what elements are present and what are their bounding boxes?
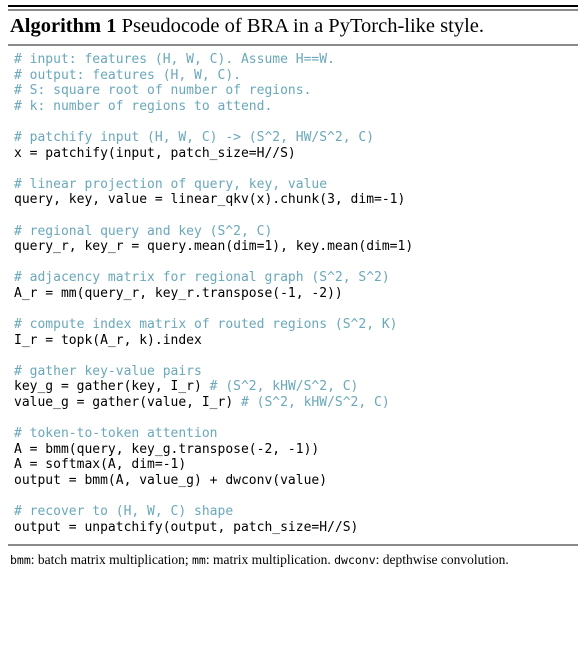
code-inline-comment: # (S^2, kHW/S^2, C)	[240, 395, 390, 411]
code-line: # gather key-value pairs	[14, 364, 578, 380]
code-comment: # adjacency matrix for regional graph (S…	[14, 270, 390, 286]
code-line: # regional query and key (S^2, C)	[14, 224, 578, 240]
code-line: query_r, key_r = query.mean(dim=1), key.…	[14, 239, 578, 255]
pseudocode-listing: # input: features (H, W, C). Assume H==W…	[8, 46, 578, 537]
code-line: value_g = gather(value, I_r) # (S^2, kHW…	[14, 395, 578, 411]
code-text: I_r = topk(A_r, k).index	[14, 332, 202, 348]
code-line: query, key, value = linear_qkv(x).chunk(…	[14, 192, 578, 208]
code-line: x = patchify(input, patch_size=H//S)	[14, 146, 578, 162]
code-comment: # k: number of regions to attend.	[14, 98, 273, 114]
code-line: # adjacency matrix for regional graph (S…	[14, 270, 578, 286]
code-line: # input: features (H, W, C). Assume H==W…	[14, 52, 578, 68]
code-line: A_r = mm(query_r, key_r.transpose(-1, -2…	[14, 286, 578, 302]
code-text: A = bmm(query, key_g.transpose(-2, -1))	[14, 441, 320, 457]
code-text: query, key, value = linear_qkv(x).chunk(…	[14, 192, 406, 208]
code-line: # recover to (H, W, C) shape	[14, 504, 578, 520]
code-comment: # gather key-value pairs	[14, 363, 202, 379]
footnote-term-dwconv: dwconv	[334, 553, 376, 568]
code-text: value_g = gather(value, I_r)	[14, 395, 241, 411]
code-line: output = unpatchify(output, patch_size=H…	[14, 520, 578, 536]
code-line: A = bmm(query, key_g.transpose(-2, -1))	[14, 442, 578, 458]
code-comment: # S: square root of number of regions.	[14, 83, 312, 99]
algorithm-caption: Pseudocode of BRA in a PyTorch-like styl…	[116, 15, 485, 37]
code-line: output = bmm(A, value_g) + dwconv(value)	[14, 473, 578, 489]
code-comment: # patchify input (H, W, C) -> (S^2, HW/S…	[14, 129, 375, 145]
code-line: # linear projection of query, key, value	[14, 177, 578, 193]
footnote-text-2: : matrix multiplication.	[205, 552, 335, 568]
code-text: output = bmm(A, value_g) + dwconv(value)	[14, 473, 328, 489]
top-rule-thick	[8, 5, 578, 7]
code-inline-comment: # (S^2, kHW/S^2, C)	[209, 379, 359, 395]
code-text: A = softmax(A, dim=-1)	[14, 457, 187, 473]
footnote-text-3: : depthwise convolution.	[375, 552, 509, 568]
code-comment: # token-to-token attention	[14, 426, 218, 442]
code-line: # compute index matrix of routed regions…	[14, 317, 578, 333]
code-line: key_g = gather(key, I_r) # (S^2, kHW/S^2…	[14, 379, 578, 395]
algorithm-title: Algorithm 1 Pseudocode of BRA in a PyTor…	[8, 11, 578, 41]
code-line: A = softmax(A, dim=-1)	[14, 457, 578, 473]
code-line: # patchify input (H, W, C) -> (S^2, HW/S…	[14, 130, 578, 146]
code-comment: # recover to (H, W, C) shape	[14, 504, 234, 520]
code-line: # k: number of regions to attend.	[14, 99, 578, 115]
code-text: x = patchify(input, patch_size=H//S)	[14, 145, 296, 161]
code-comment: # linear projection of query, key, value	[14, 176, 328, 192]
code-line: # S: square root of number of regions.	[14, 83, 578, 99]
code-line: # token-to-token attention	[14, 426, 578, 442]
code-comment: # regional query and key (S^2, C)	[14, 223, 273, 239]
code-text: key_g = gather(key, I_r)	[14, 379, 210, 395]
code-comment: # compute index matrix of routed regions…	[14, 317, 398, 333]
algorithm-block: Algorithm 1 Pseudocode of BRA in a PyTor…	[0, 5, 586, 569]
code-line: I_r = topk(A_r, k).index	[14, 333, 578, 349]
code-text: A_r = mm(query_r, key_r.transpose(-1, -2…	[14, 285, 343, 301]
code-comment: # input: features (H, W, C). Assume H==W…	[14, 52, 335, 67]
algorithm-footnote: bmm: batch matrix multiplication; mm: ma…	[8, 546, 578, 569]
code-comment: # output: features (H, W, C).	[14, 67, 241, 83]
footnote-term-bmm: bmm	[10, 553, 31, 568]
code-line: # output: features (H, W, C).	[14, 68, 578, 84]
code-text: query_r, key_r = query.mean(dim=1), key.…	[14, 239, 414, 255]
code-text: output = unpatchify(output, patch_size=H…	[14, 519, 359, 535]
footnote-text-1: : batch matrix multiplication;	[30, 552, 192, 568]
footnote-term-mm: mm	[192, 553, 206, 568]
algorithm-label: Algorithm 1	[10, 15, 117, 37]
